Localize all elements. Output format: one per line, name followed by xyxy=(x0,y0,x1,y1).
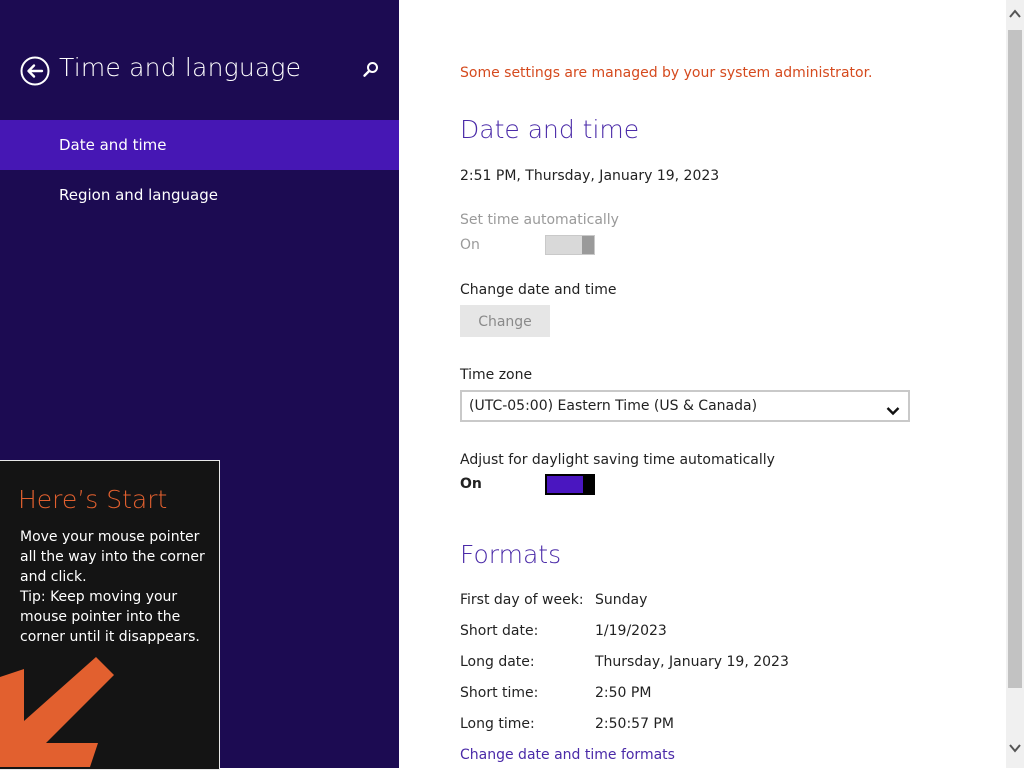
set-time-automatically-state: On xyxy=(460,237,480,253)
sidebar-item-label: Date and time xyxy=(59,136,167,154)
settings-content: Some settings are managed by your system… xyxy=(400,0,1006,768)
current-datetime: 2:51 PM, Thursday, January 19, 2023 xyxy=(460,168,720,184)
change-button[interactable]: Change xyxy=(460,305,550,337)
admin-notice: Some settings are managed by your system… xyxy=(460,65,873,81)
format-key: Short time: xyxy=(460,685,539,701)
tip-line: mouse pointer into the xyxy=(20,609,181,625)
search-icon[interactable] xyxy=(361,60,381,80)
format-value: 2:50:57 PM xyxy=(595,716,674,732)
format-value: 2:50 PM xyxy=(595,685,652,701)
daylight-saving-toggle[interactable] xyxy=(545,474,595,495)
tip-line: Tip: Keep moving your xyxy=(20,589,178,605)
tip-line: Move your mouse pointer xyxy=(20,529,200,545)
back-arrow-circle-icon[interactable] xyxy=(20,56,50,86)
toggle-thumb xyxy=(583,474,595,495)
tip-body: Move your mouse pointer all the way into… xyxy=(20,527,210,647)
toggle-thumb xyxy=(582,236,594,254)
time-zone-label: Time zone xyxy=(460,367,533,383)
tip-line: corner until it disappears. xyxy=(20,629,200,645)
format-key: First day of week: xyxy=(460,592,584,608)
tip-title: Here’s Start xyxy=(18,485,168,514)
format-key: Long date: xyxy=(460,654,535,670)
tip-line: all the way into the corner xyxy=(20,549,205,565)
format-key: Short date: xyxy=(460,623,539,639)
daylight-saving-state: On xyxy=(460,476,482,492)
time-zone-value: (UTC-05:00) Eastern Time (US & Canada) xyxy=(469,398,758,414)
time-zone-select[interactable]: (UTC-05:00) Eastern Time (US & Canada) xyxy=(460,390,910,422)
scroll-down-icon[interactable] xyxy=(1006,740,1024,756)
scroll-up-icon[interactable] xyxy=(1006,6,1024,22)
tip-line: and click. xyxy=(20,569,87,585)
vertical-scrollbar[interactable] xyxy=(1006,0,1024,768)
daylight-saving-label: Adjust for daylight saving time automati… xyxy=(460,452,775,468)
format-value: 1/19/2023 xyxy=(595,623,667,639)
page-title: Time and language xyxy=(59,53,302,82)
corner-arrow-icon xyxy=(0,651,120,769)
date-time-heading: Date and time xyxy=(460,115,640,144)
format-value: Thursday, January 19, 2023 xyxy=(595,654,789,670)
start-tip-panel: Here’s Start Move your mouse pointer all… xyxy=(0,460,220,770)
set-time-automatically-label: Set time automatically xyxy=(460,212,619,228)
format-key: Long time: xyxy=(460,716,535,732)
chevron-down-icon xyxy=(886,401,900,416)
change-date-time-label: Change date and time xyxy=(460,282,617,298)
change-formats-link[interactable]: Change date and time formats xyxy=(460,747,675,763)
sidebar-item-region-and-language[interactable]: Region and language xyxy=(0,170,399,220)
sidebar-item-date-and-time[interactable]: Date and time xyxy=(0,120,399,170)
scroll-thumb[interactable] xyxy=(1008,30,1022,688)
sidebar-item-label: Region and language xyxy=(59,186,218,204)
sidebar-header: Time and language xyxy=(0,48,399,94)
format-value: Sunday xyxy=(595,592,648,608)
formats-heading: Formats xyxy=(460,540,562,569)
set-time-automatically-toggle[interactable] xyxy=(545,235,595,255)
